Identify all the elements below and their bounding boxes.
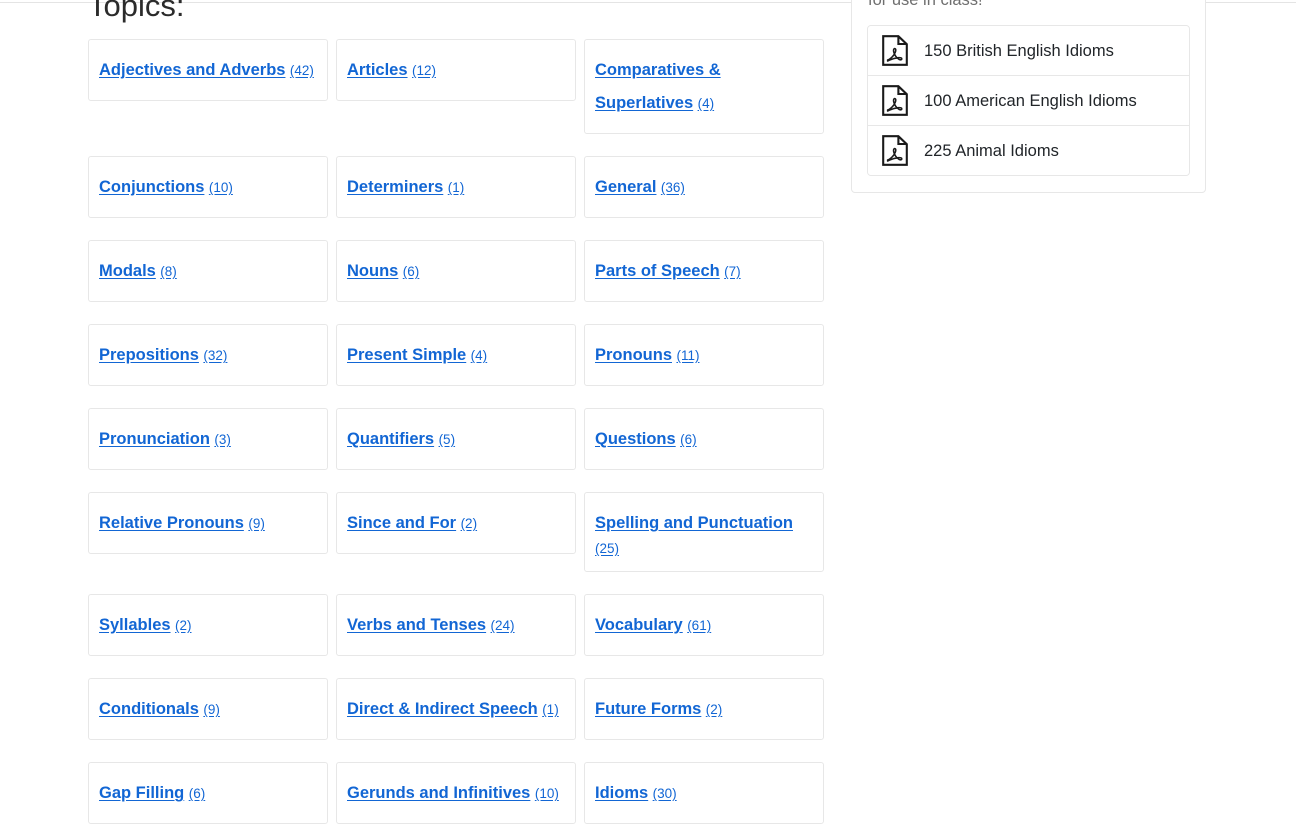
- topic-count: (10): [534, 786, 559, 801]
- topic-link-label: Future Forms: [595, 700, 702, 718]
- topic-link-label: Parts of Speech: [595, 262, 720, 280]
- topic-card[interactable]: Modals (8): [88, 240, 328, 302]
- downloads-panel: for use in class! 150 British English Id…: [851, 0, 1206, 193]
- topics-grid: Adjectives and Adverbs (42) Articles (12)…: [88, 39, 834, 824]
- topic-count: (8): [160, 264, 177, 279]
- topic-link-label: Nouns: [347, 262, 399, 280]
- topic-link-label: Adjectives and Adverbs: [99, 61, 286, 79]
- topic-card[interactable]: General (36): [584, 156, 824, 218]
- topic-card[interactable]: Since and For (2): [336, 492, 576, 554]
- topic-link-label: Syllables: [99, 616, 171, 634]
- topic-card[interactable]: Pronouns (11): [584, 324, 824, 386]
- topic-link-label: Modals: [99, 262, 156, 280]
- download-list-item[interactable]: 150 British English Idioms: [868, 26, 1189, 76]
- pdf-icon: [882, 85, 908, 116]
- topic-card[interactable]: Articles (12): [336, 39, 576, 101]
- topic-count: (3): [214, 432, 231, 447]
- topic-link-label: Conjunctions: [99, 178, 205, 196]
- topic-count: (42): [289, 63, 314, 78]
- topic-card[interactable]: Vocabulary (61): [584, 594, 824, 656]
- topic-link-label: Idioms: [595, 784, 649, 802]
- topic-link-label: Since and For: [347, 514, 457, 532]
- download-label: 100 American English Idioms: [924, 91, 1137, 110]
- topic-count: (24): [490, 618, 515, 633]
- topic-card[interactable]: Nouns (6): [336, 240, 576, 302]
- download-list-item[interactable]: 100 American English Idioms: [868, 76, 1189, 126]
- topic-count: (2): [460, 516, 478, 531]
- topic-count: (4): [697, 96, 715, 111]
- topic-card[interactable]: Conjunctions (10): [88, 156, 328, 218]
- topic-link-label: Relative Pronouns: [99, 514, 244, 532]
- panel-intro-text: for use in class!: [868, 0, 983, 9]
- topic-count: (9): [248, 516, 265, 531]
- topic-card[interactable]: Future Forms (2): [584, 678, 824, 740]
- topic-count: (2): [175, 618, 192, 633]
- topic-card[interactable]: Present Simple (4): [336, 324, 576, 386]
- topic-link-label: Conditionals: [99, 700, 199, 718]
- topic-card[interactable]: Gerunds and Infinitives (10): [336, 762, 576, 824]
- topic-link-label: General: [595, 178, 657, 196]
- topic-card[interactable]: Spelling and Punctuation (25): [584, 492, 824, 572]
- topic-link-label: Questions: [595, 430, 676, 448]
- topic-link-label: Quantifiers: [347, 430, 435, 448]
- topic-card[interactable]: Determiners (1): [336, 156, 576, 218]
- topic-card[interactable]: Direct & Indirect Speech (1): [336, 678, 576, 740]
- topic-count: (6): [402, 264, 420, 279]
- topic-count: (2): [705, 702, 723, 717]
- topic-count: (25): [595, 541, 620, 556]
- topic-count: (6): [680, 432, 697, 447]
- topic-card[interactable]: Prepositions (32): [88, 324, 328, 386]
- topic-link-label: Present Simple: [347, 346, 467, 364]
- topic-count: (5): [438, 432, 456, 447]
- topic-count: (32): [203, 348, 228, 363]
- page-title: Topics:: [88, 0, 185, 23]
- topic-card[interactable]: Questions (6): [584, 408, 824, 470]
- topic-card[interactable]: Adjectives and Adverbs (42): [88, 39, 328, 101]
- topic-link-label: Gap Filling: [99, 784, 185, 802]
- topic-card[interactable]: Relative Pronouns (9): [88, 492, 328, 554]
- page-root: Topics: Adjectives and Adverbs (42) Artic…: [0, 0, 1296, 824]
- topic-card[interactable]: Idioms (30): [584, 762, 824, 824]
- topic-count: (30): [652, 786, 677, 801]
- download-label: 150 British English Idioms: [924, 41, 1114, 60]
- topic-card[interactable]: Parts of Speech (7): [584, 240, 824, 302]
- topic-link-label: Gerunds and Infinitives: [347, 784, 531, 802]
- topic-count: (10): [208, 180, 233, 195]
- downloads-list: 150 British English Idioms 100 American E…: [867, 25, 1190, 176]
- topic-card[interactable]: Quantifiers (5): [336, 408, 576, 470]
- topic-count: (1): [447, 180, 465, 195]
- topic-link-label: Direct & Indirect Speech: [347, 700, 538, 718]
- download-label: 225 Animal Idioms: [924, 141, 1059, 160]
- topic-count: (36): [660, 180, 685, 195]
- topic-count: (12): [411, 63, 436, 78]
- topic-card[interactable]: Verbs and Tenses (24): [336, 594, 576, 656]
- topic-card[interactable]: Conditionals (9): [88, 678, 328, 740]
- topic-link-label: Prepositions: [99, 346, 199, 364]
- topic-link-label: Pronouns: [595, 346, 672, 364]
- topic-count: (1): [542, 702, 559, 717]
- topic-card[interactable]: Comparatives & Superlatives (4): [584, 39, 824, 134]
- topic-link-label: Vocabulary: [595, 616, 683, 634]
- topic-count: (9): [203, 702, 220, 717]
- pdf-icon: [882, 135, 908, 166]
- topic-link-label: Verbs and Tenses: [347, 616, 487, 634]
- pdf-icon: [882, 35, 908, 66]
- topic-link-label: Articles: [347, 61, 408, 79]
- topic-count: (61): [687, 618, 712, 633]
- topic-count: (11): [676, 348, 700, 363]
- topic-count: (6): [188, 786, 206, 801]
- download-list-item[interactable]: 225 Animal Idioms: [868, 126, 1189, 175]
- topic-link-label: Determiners: [347, 178, 444, 196]
- topic-link-label: Pronunciation: [99, 430, 210, 448]
- topic-card[interactable]: Syllables (2): [88, 594, 328, 656]
- topic-count: (4): [470, 348, 488, 363]
- topic-count: (7): [724, 264, 741, 279]
- topic-card[interactable]: Gap Filling (6): [88, 762, 328, 824]
- topic-card[interactable]: Pronunciation (3): [88, 408, 328, 470]
- topics-section: Topics: Adjectives and Adverbs (42) Artic…: [88, 0, 834, 824]
- topic-link-label: Spelling and Punctuation: [595, 514, 793, 532]
